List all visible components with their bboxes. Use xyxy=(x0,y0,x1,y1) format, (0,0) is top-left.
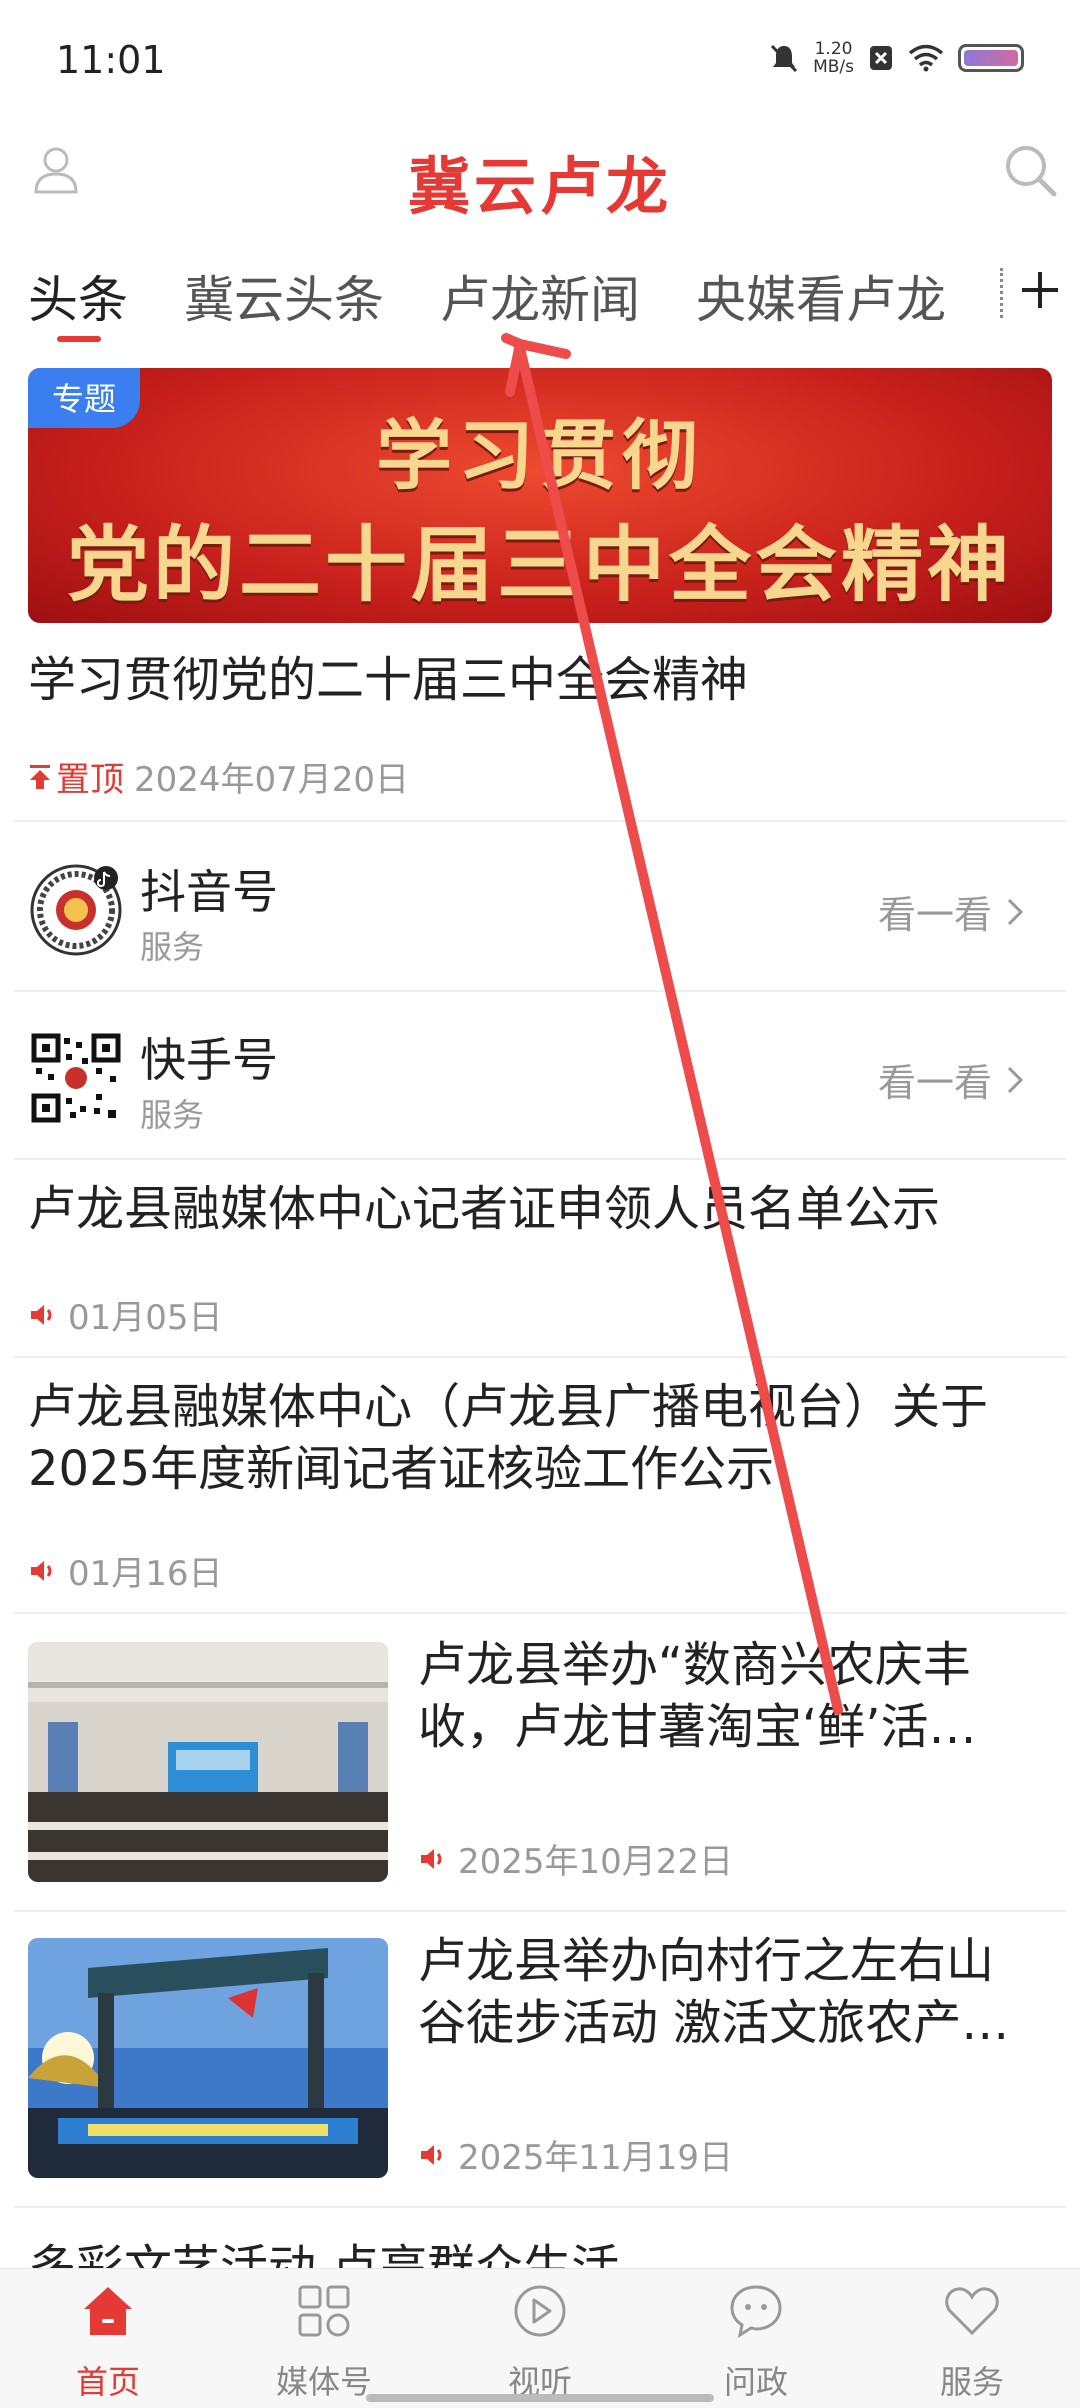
pin-text: 置顶 xyxy=(56,760,124,800)
kuaishou-qr-icon xyxy=(31,1033,121,1123)
home-indicator xyxy=(366,2394,714,2402)
battery-icon xyxy=(958,44,1024,72)
headline-title[interactable]: 学习贯彻党的二十届三中全会精神 xyxy=(28,640,748,710)
divider xyxy=(14,820,1066,822)
status-icons: 1.20 MB/s xyxy=(769,40,1024,76)
image-article-date: 2025年10月22日 xyxy=(458,1842,734,1882)
image-article-title-line2: 谷徒步活动 激活文旅农产… xyxy=(418,1995,1010,2051)
image-article-title-line1: 卢龙县举办“数商兴农庆丰 xyxy=(418,1637,971,1693)
tab-lulong-news[interactable]: 卢龙新闻 xyxy=(440,260,640,332)
nav-service[interactable]: 服务 xyxy=(864,2269,1080,2408)
app-title: 冀云卢龙 xyxy=(407,150,672,223)
chevron-right-icon xyxy=(1007,898,1024,925)
mute-icon xyxy=(770,44,798,73)
grid-icon xyxy=(298,2285,350,2337)
status-bar: 11:01 1.20 MB/s xyxy=(0,0,1080,120)
app-header: 冀云卢龙 xyxy=(0,120,1080,223)
image-article-meta: 2025年11月19日 xyxy=(418,2130,733,2179)
nav-video[interactable]: 视听 xyxy=(432,2269,648,2408)
headline-date: 2024年07月20日 xyxy=(134,760,410,800)
active-tab-indicator xyxy=(57,336,101,342)
bottom-nav: 首页 媒体号 视听 问政 服务 xyxy=(0,2268,1080,2408)
pin-label: 置顶 xyxy=(28,752,124,801)
kuaishou-name: 快手号 xyxy=(140,1033,278,1087)
article-meta: 01月16日 xyxy=(28,1546,223,1595)
image-article-title-line1: 卢龙县举办向村行之左右山 xyxy=(418,1933,995,1989)
divider xyxy=(14,2206,1066,2208)
search-icon[interactable] xyxy=(1000,140,1060,200)
nav-media[interactable]: 媒体号 xyxy=(216,2269,432,2408)
topic-badge: 专题 xyxy=(28,368,141,428)
pin-top-icon xyxy=(30,764,50,789)
divider xyxy=(14,990,1066,992)
douyin-view-link[interactable]: 看一看 xyxy=(878,884,1024,939)
article-date: 01月05日 xyxy=(68,1298,223,1338)
image-article-title: 卢龙县举办向村行之左右山 谷徒步活动 激活文旅农产… xyxy=(418,1930,1050,2054)
chat-icon xyxy=(730,2285,782,2339)
article-title[interactable]: 卢龙县融媒体中心记者证申领人员名单公示 xyxy=(28,1178,1052,1240)
sim-off-icon xyxy=(870,46,892,70)
douyin-sub: 服务 xyxy=(140,928,205,966)
topic-banner[interactable]: 学习贯彻 党的二十届三中全会精神 专题 xyxy=(28,368,1052,623)
article-meta: 01月05日 xyxy=(28,1290,223,1339)
tab-toutiao[interactable]: 头条 xyxy=(28,260,128,332)
article-title-line2: 2025年度新闻记者证核验工作公示 xyxy=(28,1441,775,1497)
heart-icon xyxy=(945,2287,999,2336)
tab-jiyun-toutiao[interactable]: 冀云头条 xyxy=(184,260,384,332)
image-article[interactable]: 卢龙县举办向村行之左右山 谷徒步活动 激活文旅农产… 2025年11月19日 xyxy=(0,1912,1080,2210)
image-article-title-line2: 收，卢龙甘薯淘宝‘鲜’活… xyxy=(418,1699,977,1755)
nav-home-label: 首页 xyxy=(75,2363,140,2401)
article-thumbnail xyxy=(28,1642,388,1882)
nav-service-label: 服务 xyxy=(939,2363,1004,2401)
net-speed-value: 1.20 xyxy=(814,39,853,59)
divider xyxy=(14,1158,1066,1160)
chevron-right-icon xyxy=(1007,1066,1024,1093)
image-article-date: 2025年11月19日 xyxy=(458,2138,734,2178)
article-thumbnail xyxy=(28,1938,388,2178)
divider xyxy=(14,1356,1066,1358)
speaker-icon xyxy=(421,2144,442,2165)
speaker-icon xyxy=(421,1848,442,1869)
article-date: 01月16日 xyxy=(68,1554,223,1594)
image-article[interactable]: 卢龙县举办“数商兴农庆丰 收，卢龙甘薯淘宝‘鲜’活… 2025年10月22日 xyxy=(0,1616,1080,1914)
speaker-icon xyxy=(31,1304,52,1325)
article-title[interactable]: 卢龙县融媒体中心（卢龙县广播电视台）关于 2025年度新闻记者证核验工作公示 xyxy=(28,1376,1052,1500)
article-title-line1: 卢龙县融媒体中心（卢龙县广播电视台）关于 xyxy=(28,1379,989,1435)
social-row-kuaishou[interactable]: 快手号 服务 看一看 xyxy=(0,994,1080,1160)
banner-line2: 党的二十届三中全会精神 xyxy=(66,518,1013,613)
kuaishou-sub: 服务 xyxy=(140,1096,205,1134)
net-speed-unit: MB/s xyxy=(813,57,854,77)
douyin-name: 抖音号 xyxy=(140,865,278,919)
tab-yangmei-lulong[interactable]: 央媒看卢龙 xyxy=(696,260,946,332)
wifi-icon xyxy=(908,44,944,72)
social-row-douyin[interactable]: 抖音号 服务 看一看 xyxy=(0,826,1080,992)
divider xyxy=(14,1612,1066,1614)
play-icon xyxy=(514,2285,566,2337)
add-channel-icon[interactable] xyxy=(1010,260,1070,320)
douyin-action-label: 看一看 xyxy=(877,893,992,937)
image-article-meta: 2025年10月22日 xyxy=(418,1834,733,1883)
nav-home[interactable]: 首页 xyxy=(0,2269,216,2408)
kuaishou-view-link[interactable]: 看一看 xyxy=(878,1052,1024,1107)
home-icon xyxy=(84,2287,132,2335)
channel-tabs: 头条 冀云头条 卢龙新闻 央媒看卢龙 xyxy=(0,250,1080,345)
douyin-qr-icon xyxy=(30,864,122,956)
net-speed: 1.20 MB/s xyxy=(813,40,854,76)
speaker-icon xyxy=(31,1560,52,1581)
kuaishou-action-label: 看一看 xyxy=(877,1061,992,1105)
status-time: 11:01 xyxy=(56,38,166,82)
nav-wenzheng[interactable]: 问政 xyxy=(648,2269,864,2408)
image-article-title: 卢龙县举办“数商兴农庆丰 收，卢龙甘薯淘宝‘鲜’活… xyxy=(418,1634,1050,1758)
banner-line1: 学习贯彻 xyxy=(376,411,704,500)
headline-meta: 置顶 2024年07月20日 xyxy=(28,752,409,801)
tab-overflow-fade xyxy=(1000,268,1004,318)
